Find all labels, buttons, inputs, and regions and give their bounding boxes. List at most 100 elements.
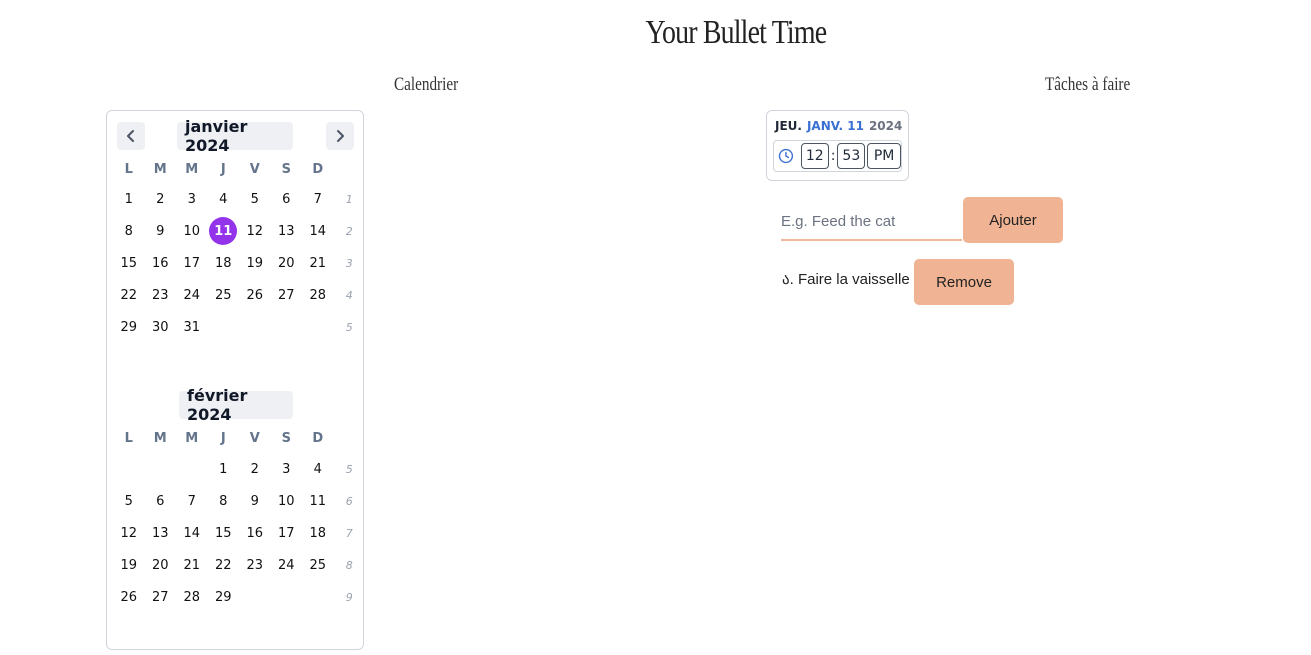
day-cell[interactable]: 26 — [239, 279, 271, 311]
day-cell[interactable]: 16 — [239, 517, 271, 549]
day-cell[interactable]: 6 — [145, 485, 177, 517]
day-cell[interactable]: 1 — [208, 453, 240, 485]
day-cell[interactable]: 28 — [302, 279, 334, 311]
day-cell[interactable]: 8 — [113, 215, 145, 247]
week-row: 12345671 — [113, 183, 365, 215]
day-cell[interactable]: 12 — [239, 215, 271, 247]
day-cell[interactable]: 3 — [176, 183, 208, 215]
weekday-label: L — [124, 430, 133, 446]
day-cell[interactable]: 20 — [271, 247, 303, 279]
day-cell[interactable]: 13 — [145, 517, 177, 549]
day-cell[interactable]: 18 — [302, 517, 334, 549]
day-cell[interactable]: 24 — [271, 549, 303, 581]
empty-day-cell — [113, 453, 145, 485]
day-cell[interactable]: 11 — [302, 485, 334, 517]
day-cell[interactable]: 27 — [271, 279, 303, 311]
month-label-february[interactable]: février 2024 — [179, 386, 293, 424]
previous-month-button[interactable] — [117, 122, 145, 150]
day-cell[interactable]: 22 — [208, 549, 240, 581]
time-input: 12 : 53 PM — [773, 140, 902, 172]
day-cell[interactable]: 23 — [239, 549, 271, 581]
day-cell[interactable]: 25 — [208, 279, 240, 311]
day-cell[interactable]: 18 — [208, 247, 240, 279]
weekday-label: M — [185, 430, 199, 446]
week-row: 29 30 31 5 — [113, 311, 365, 343]
tasks-section-title: Tâches à faire — [1045, 74, 1131, 95]
minute-field[interactable]: 53 — [837, 143, 866, 169]
weekday-label: D — [312, 430, 324, 446]
chevron-left-icon — [127, 130, 134, 142]
day-cell[interactable]: 20 — [145, 549, 177, 581]
day-cell[interactable]: 29 — [208, 581, 240, 613]
day-cell[interactable]: 14 — [176, 517, 208, 549]
app-title: Your Bullet Time — [645, 14, 827, 51]
day-cell[interactable]: 6 — [271, 183, 303, 215]
day-cell[interactable]: 4 — [302, 453, 334, 485]
month-label-january[interactable]: janvier 2024 — [177, 117, 293, 155]
day-cell[interactable]: 28 — [176, 581, 208, 613]
empty-day-cell — [271, 311, 303, 343]
calendar-section-title: Calendrier — [394, 74, 459, 95]
date-display[interactable]: JEU. JANV. 11 2024 — [775, 119, 902, 133]
week-number: 2 — [345, 224, 353, 238]
day-cell[interactable]: 10 — [271, 485, 303, 517]
day-cell[interactable]: 30 — [145, 311, 177, 343]
day-cell[interactable]: 24 — [176, 279, 208, 311]
weekday-label: J — [220, 161, 226, 177]
empty-day-cell — [271, 581, 303, 613]
date-day-month: JANV. 11 — [806, 119, 864, 133]
day-cell[interactable]: 26 — [113, 581, 145, 613]
selected-day-label: 11 — [209, 217, 238, 245]
add-task-button[interactable]: Ajouter — [963, 197, 1063, 243]
day-cell[interactable]: 5 — [113, 485, 145, 517]
day-cell[interactable]: 14 — [302, 215, 334, 247]
task-input[interactable] — [781, 203, 962, 241]
weekday-label: M — [185, 161, 199, 177]
day-cell[interactable]: 8 — [208, 485, 240, 517]
day-cell[interactable]: 27 — [145, 581, 177, 613]
clock-icon — [778, 148, 794, 164]
week-number: 8 — [345, 558, 353, 572]
day-cell[interactable]: 10 — [176, 215, 208, 247]
week-row: 12345 — [113, 453, 365, 485]
day-cell[interactable]: 17 — [271, 517, 303, 549]
day-cell[interactable]: 19 — [113, 549, 145, 581]
day-cell[interactable]: 1 — [113, 183, 145, 215]
weekday-header-row: LMMJVSD — [113, 153, 334, 185]
day-cell[interactable]: 7 — [302, 183, 334, 215]
weekday-label: M — [153, 430, 167, 446]
ampm-field[interactable]: PM — [867, 143, 901, 169]
day-cell[interactable]: 9 — [145, 215, 177, 247]
day-cell[interactable]: 13 — [271, 215, 303, 247]
day-cell[interactable]: 21 — [176, 549, 208, 581]
day-cell[interactable]: 5 — [239, 183, 271, 215]
day-cell[interactable]: 7 — [176, 485, 208, 517]
empty-day-cell — [239, 311, 271, 343]
day-cell[interactable]: 15 — [113, 247, 145, 279]
day-cell[interactable]: 22 — [113, 279, 145, 311]
day-cell[interactable]: 21 — [302, 247, 334, 279]
day-cell[interactable]: 2 — [145, 183, 177, 215]
day-cell[interactable]: 17 — [176, 247, 208, 279]
day-cell[interactable]: 23 — [145, 279, 177, 311]
day-cell[interactable]: 31 — [176, 311, 208, 343]
week-number: 9 — [345, 590, 353, 604]
day-cell[interactable]: 9 — [239, 485, 271, 517]
day-cell[interactable]: 15 — [208, 517, 240, 549]
day-cell[interactable]: 3 — [271, 453, 303, 485]
hour-field[interactable]: 12 — [800, 143, 829, 169]
day-cell[interactable]: 29 — [113, 311, 145, 343]
empty-day-cell — [176, 453, 208, 485]
weekday-label: V — [249, 430, 260, 446]
remove-task-button[interactable]: Remove — [914, 259, 1014, 305]
day-cell[interactable]: 19 — [239, 247, 271, 279]
selected-day-cell[interactable]: 11 — [208, 215, 240, 247]
week-number: 5 — [345, 462, 353, 476]
week-number: 5 — [345, 320, 353, 334]
day-cell[interactable]: 25 — [302, 549, 334, 581]
day-cell[interactable]: 4 — [208, 183, 240, 215]
next-month-button[interactable] — [326, 122, 354, 150]
day-cell[interactable]: 16 — [145, 247, 177, 279]
day-cell[interactable]: 12 — [113, 517, 145, 549]
day-cell[interactable]: 2 — [239, 453, 271, 485]
